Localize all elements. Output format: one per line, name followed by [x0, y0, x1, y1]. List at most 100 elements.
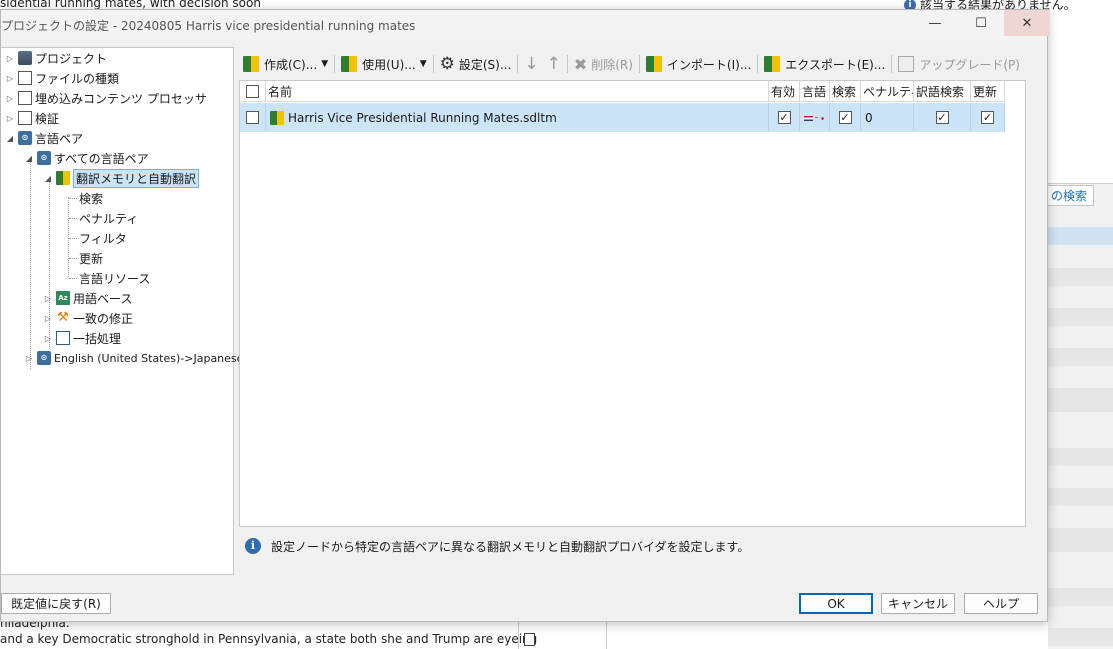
tree-item-embedded-processors[interactable]: ▷ 埋め込みコンテンツ プロセッサ	[5, 89, 207, 107]
row-select-checkbox[interactable]	[246, 111, 259, 124]
tree-item-label: すべての言語ペア	[54, 151, 149, 166]
tree-connector	[69, 257, 77, 259]
enabled-checkbox[interactable]: ✓	[777, 111, 791, 124]
termbase-icon: Az	[56, 291, 70, 305]
delete-button-label: 削除(R)	[591, 57, 633, 72]
column-header-penalty[interactable]: ペナルティ	[861, 81, 914, 102]
tree-item-label: 埋め込みコンテンツ プロセッサ	[35, 91, 207, 106]
grid-header: 名前 有効 言語 検索 ペナルティ 訳語検索 更新	[240, 81, 1005, 102]
translation-memory-icon	[341, 56, 358, 72]
dropdown-arrow-icon[interactable]: ▼	[420, 59, 427, 69]
ok-button[interactable]: OK	[799, 593, 873, 614]
expand-icon[interactable]: ▷	[43, 294, 53, 303]
concordance-checkbox[interactable]: ✓	[935, 111, 949, 124]
tree-item-penalties[interactable]: ペナルティ	[69, 209, 138, 227]
export-button[interactable]: エクスポート(E)...	[760, 52, 889, 76]
delete-button[interactable]: ✖ 削除(R)	[570, 52, 637, 76]
import-button-label: インポート(I)...	[666, 57, 752, 72]
dialog-title: プロジェクトの設定 - 20240805 Harris vice preside…	[1, 19, 416, 33]
tree-item-label: フィルタ	[79, 231, 127, 246]
penalty-cell[interactable]: 0	[861, 103, 914, 132]
column-header-update[interactable]: 更新	[971, 81, 1005, 102]
use-button[interactable]: 使用(U)... ▼	[337, 52, 431, 76]
background-text-line: and a key Democratic stronghold in Penns…	[0, 632, 538, 646]
column-header-search[interactable]: 検索	[830, 81, 861, 102]
tree-item-label: 言語リソース	[79, 271, 151, 286]
minimize-button[interactable]: —	[912, 10, 958, 36]
tm-toolbar: 作成(C)... ▼ 使用(U)... ▼ ⚙ 設定(S)... ↓ ↑ ✖ 削…	[239, 51, 1029, 77]
upgrade-button[interactable]: アップグレード(P)	[894, 52, 1024, 76]
export-icon	[764, 56, 781, 72]
title-bar[interactable]: プロジェクトの設定 - 20240805 Harris vice preside…	[1, 10, 1050, 40]
language-pair-icon: ⊙	[37, 151, 51, 165]
background-search-button[interactable]: の検索	[1044, 185, 1095, 206]
background-row	[1048, 448, 1113, 466]
batch-icon	[56, 331, 70, 345]
collapse-icon[interactable]: ◢	[43, 174, 53, 183]
expand-icon[interactable]: ▷	[5, 54, 15, 63]
tree-item-label: プロジェクト	[35, 51, 108, 66]
move-up-icon[interactable]: ↑	[547, 54, 561, 74]
column-header-concordance[interactable]: 訳語検索	[914, 81, 971, 102]
project-settings-dialog: プロジェクトの設定 - 20240805 Harris vice preside…	[0, 9, 1050, 622]
tree-item-label: ファイルの種類	[35, 71, 120, 86]
settings-tree: ▷ プロジェクト ▷ ファイルの種類 ▷ 埋め込みコンテンツ プロセッサ ▷ 検…	[1, 47, 243, 575]
create-button[interactable]: 作成(C)... ▼	[239, 52, 332, 76]
expand-icon[interactable]: ▷	[43, 334, 53, 343]
language-flags-icon	[803, 114, 826, 122]
tree-item-project[interactable]: ▷ プロジェクト	[5, 49, 107, 67]
tree-item-match-repair[interactable]: ▷ ⚒ 一致の修正	[43, 309, 133, 327]
expand-icon[interactable]: ▷	[24, 354, 34, 363]
toolbar-separator	[566, 55, 568, 73]
tree-item-search[interactable]: 検索	[69, 189, 103, 207]
delete-icon: ✖	[573, 54, 588, 74]
language-pair-icon: ⊙	[37, 351, 51, 365]
tree-item-update[interactable]: 更新	[69, 249, 103, 267]
tree-item-filters[interactable]: フィルタ	[69, 229, 127, 247]
tree-item-batch-processing[interactable]: ▷ 一括処理	[43, 329, 121, 347]
update-checkbox[interactable]: ✓	[981, 111, 994, 124]
table-row[interactable]: Harris Vice Presidential Running Mates.s…	[240, 103, 1005, 132]
close-button[interactable]: ✕	[1004, 10, 1050, 36]
divider	[606, 622, 607, 649]
column-header-enabled[interactable]: 有効	[769, 81, 800, 102]
tree-item-verification[interactable]: ▷ 検証	[5, 109, 59, 127]
expand-icon[interactable]: ▷	[5, 94, 15, 103]
collapse-icon[interactable]: ◢	[5, 134, 15, 143]
background-row	[1048, 528, 1113, 552]
reset-defaults-button[interactable]: 既定値に戻す(R)	[1, 593, 111, 614]
expand-icon[interactable]: ▷	[5, 74, 15, 83]
tree-item-language-pairs[interactable]: ◢ ⊙ 言語ペア	[5, 129, 83, 147]
help-button[interactable]: ヘルプ	[964, 593, 1038, 614]
tree-item-translation-memory[interactable]: ◢ 翻訳メモリと自動翻訳	[43, 168, 200, 188]
maximize-button[interactable]: ☐	[958, 10, 1004, 36]
collapse-icon[interactable]: ◢	[24, 154, 34, 163]
wrench-icon: ⚒	[57, 310, 69, 325]
folder-icon	[18, 51, 32, 65]
tree-item-label: 検証	[35, 111, 60, 126]
tree-item-language-resources[interactable]: 言語リソース	[69, 269, 150, 287]
select-all-checkbox[interactable]	[246, 85, 259, 98]
background-row	[1048, 628, 1113, 646]
translation-memory-icon	[270, 110, 284, 125]
column-header-language[interactable]: 言語	[800, 81, 830, 102]
export-button-label: エクスポート(E)...	[785, 57, 886, 72]
expand-icon[interactable]: ▷	[43, 314, 53, 323]
tree-connector	[69, 197, 77, 199]
tree-item-termbases[interactable]: ▷ Az 用語ベース	[43, 289, 132, 307]
tree-item-label: 一括処理	[73, 331, 122, 346]
expand-icon[interactable]: ▷	[5, 114, 15, 123]
dropdown-arrow-icon[interactable]: ▼	[321, 59, 328, 69]
column-header-name[interactable]: 名前	[266, 81, 769, 102]
toolbar-separator	[334, 55, 336, 73]
search-checkbox[interactable]: ✓	[838, 111, 852, 124]
tree-item-all-language-pairs[interactable]: ◢ ⊙ すべての言語ペア	[24, 149, 149, 167]
import-icon	[645, 56, 662, 72]
settings-button[interactable]: ⚙ 設定(S)...	[436, 52, 516, 76]
row-select-cell	[240, 103, 266, 132]
import-button[interactable]: インポート(I)...	[642, 52, 755, 76]
tree-item-file-types[interactable]: ▷ ファイルの種類	[5, 69, 119, 87]
move-down-icon[interactable]: ↓	[524, 54, 538, 74]
tree-item-english-japanese[interactable]: ▷ ⊙ English (United States)->Japanese	[24, 349, 243, 367]
cancel-button[interactable]: キャンセル	[881, 593, 955, 614]
